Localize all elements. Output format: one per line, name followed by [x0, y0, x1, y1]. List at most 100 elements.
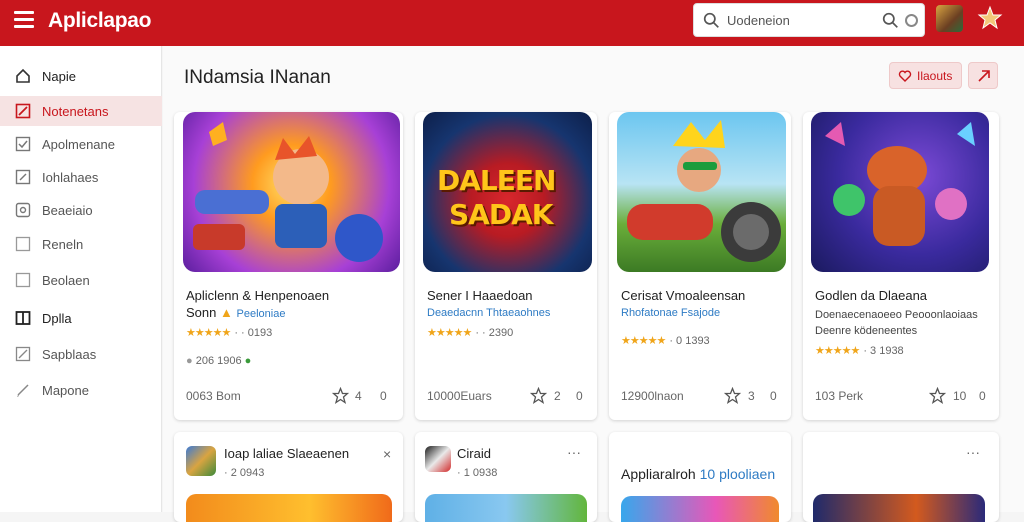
star-outline-icon[interactable] [332, 387, 349, 404]
app-title: Apliclenn & Henpenoaen [186, 288, 330, 303]
views-label: Ilaouts [917, 69, 953, 83]
app-price: 103 Perk [815, 389, 864, 403]
app-title: Ciraid [457, 446, 491, 461]
app-artwork[interactable] [811, 112, 989, 272]
more-icon[interactable]: ··· [567, 444, 581, 460]
app-title: Cerisat Vmoaleensan [621, 288, 746, 303]
rating: ★★★★★ · 3 1938 [815, 344, 904, 357]
heart-outline-icon [898, 70, 912, 82]
pen-icon [17, 384, 29, 397]
avatar[interactable] [936, 5, 963, 32]
sidebar-item-notenetans[interactable]: Notenetans [0, 96, 162, 126]
app-publisher[interactable]: Peeloniae [237, 308, 286, 320]
comment-count: 0 [979, 389, 986, 403]
sidebar-item-label: Dplla [42, 311, 72, 326]
app-description-2: Deenre ködeneentes [815, 325, 918, 337]
app-thumbnail[interactable] [186, 446, 216, 476]
close-icon[interactable]: × [383, 446, 391, 462]
app-artwork[interactable] [186, 494, 392, 522]
app-thumbnail[interactable] [425, 446, 451, 472]
game-logo-line2: SADAK [449, 198, 553, 231]
star-outline-icon[interactable] [929, 387, 946, 404]
app-title: Sener I Haaedoan [427, 288, 533, 303]
star-outline-icon[interactable] [724, 387, 741, 404]
app-publisher[interactable]: Deaedacnn Thtaeaohnes [427, 307, 550, 319]
pencil-square-icon [15, 169, 31, 185]
fire-icon: ▲ [220, 305, 233, 320]
app-publisher[interactable]: Rhofatonae Fsajode [621, 307, 720, 319]
app-card[interactable]: Appliaralroh 10 plooliaen [609, 432, 791, 522]
favorite-count: 3 [748, 389, 755, 403]
star-badge-icon[interactable] [977, 5, 1003, 31]
edit-icon [15, 103, 31, 119]
sidebar-item-label: Beaeiaio [42, 203, 93, 218]
app-artwork[interactable] [621, 496, 779, 522]
sidebar-item-beolaen[interactable]: Beolaen [0, 265, 162, 295]
sidebar-item-iohlahaes[interactable]: Iohlahaes [0, 162, 162, 192]
sidebar-item-label: Iohlahaes [42, 170, 99, 185]
share-button[interactable] [968, 62, 998, 89]
sidebar-item-beaeiaio[interactable]: Beaeiaio [0, 195, 162, 225]
app-meta: · 1 0938 [457, 467, 498, 479]
settings-square-icon [15, 202, 31, 218]
star-rating-icon: ★★★★★ [427, 327, 472, 339]
app-card[interactable]: Ciraid · 1 0938 ··· [415, 432, 597, 522]
more-icon[interactable]: ··· [966, 444, 980, 460]
views-button[interactable]: Ilaouts [889, 62, 962, 89]
comment-count: 0 [576, 389, 583, 403]
app-title-accent: 10 plooliaen [699, 466, 776, 482]
favorite-count: 4 [355, 389, 362, 403]
sidebar-item-sapblaas[interactable]: Sapblaas [0, 339, 162, 369]
app-meta: · 2 0943 [224, 467, 265, 479]
sidebar-item-home[interactable]: Napie [0, 61, 162, 91]
game-character-art [825, 122, 975, 246]
rating-value: · 3 1938 [863, 345, 904, 357]
star-outline-icon[interactable] [530, 387, 547, 404]
sidebar-item-label: Sapblaas [42, 347, 97, 362]
pencil-square-icon [15, 346, 31, 362]
app-artwork[interactable] [425, 494, 587, 522]
sidebar-item-label: Reneln [42, 237, 84, 252]
app-price: 10000Euars [427, 389, 492, 403]
search-input[interactable]: Uodeneion [727, 13, 790, 28]
sidebar-item-label: Notenetans [42, 104, 109, 119]
menu-icon[interactable] [14, 11, 34, 29]
app-artwork[interactable] [183, 112, 400, 272]
rating-value: · · 0193 [234, 327, 273, 339]
game-character-art [193, 122, 383, 262]
sidebar-item-mapone[interactable]: Mapone [0, 375, 162, 405]
voice-search-icon[interactable] [905, 14, 918, 27]
sidebar-item-dplla[interactable]: Dplla [0, 303, 162, 333]
game-character-art [627, 120, 781, 262]
app-card[interactable]: Apliclenn & Henpenoaen Sonn ▲ Peeloniae … [174, 112, 403, 420]
app-price: 0063 Bom [186, 389, 241, 403]
share-icon [978, 70, 990, 82]
sidebar-item-reneln[interactable]: Reneln [0, 229, 162, 259]
top-bar: Apliclapao Uodeneion [0, 0, 1024, 46]
search-submit-icon[interactable] [882, 12, 899, 29]
app-title-2: Sonn [186, 305, 217, 320]
star-rating-icon: ★★★★★ [186, 327, 231, 339]
app-card[interactable]: ··· [803, 432, 999, 522]
app-card[interactable]: DALEEN SADAK Sener I Haaedoan Deaedacnn … [415, 112, 597, 420]
search-box[interactable]: Uodeneion [693, 3, 925, 37]
app-artwork[interactable] [813, 494, 985, 522]
meta-value: 206 1906 [195, 355, 242, 367]
app-title: Godlen da Dlaeana [815, 288, 928, 303]
app-price: 12900lnaon [621, 389, 684, 403]
app-card[interactable]: Cerisat Vmoaleensan Rhofatonae Fsajode ★… [609, 112, 791, 420]
app-card[interactable]: Godlen da Dlaeana Doenaecenaoeeo Peooonl… [803, 112, 999, 420]
sidebar-item-apolmenane[interactable]: Apolmenane [0, 129, 162, 159]
app-description: Doenaecenaoeeo Peooonlaoiaas [815, 309, 978, 321]
app-brand[interactable]: Apliclapao [48, 9, 152, 33]
thumb-icon: ● [186, 355, 193, 367]
star-rating-icon: ★★★★★ [815, 345, 860, 357]
app-card[interactable]: Ioap laliae Slaeaenen · 2 0943 × [174, 432, 403, 522]
book-icon [15, 311, 31, 325]
app-artwork[interactable]: DALEEN SADAK [423, 112, 592, 272]
home-icon [16, 68, 30, 83]
main-content: INdamsia INanan Ilaouts Apliclenn & Henp… [163, 46, 1024, 522]
rating: ★★★★★ · · 2390 [427, 326, 513, 339]
favorite-count: 10 [953, 389, 967, 403]
app-artwork[interactable] [617, 112, 786, 272]
